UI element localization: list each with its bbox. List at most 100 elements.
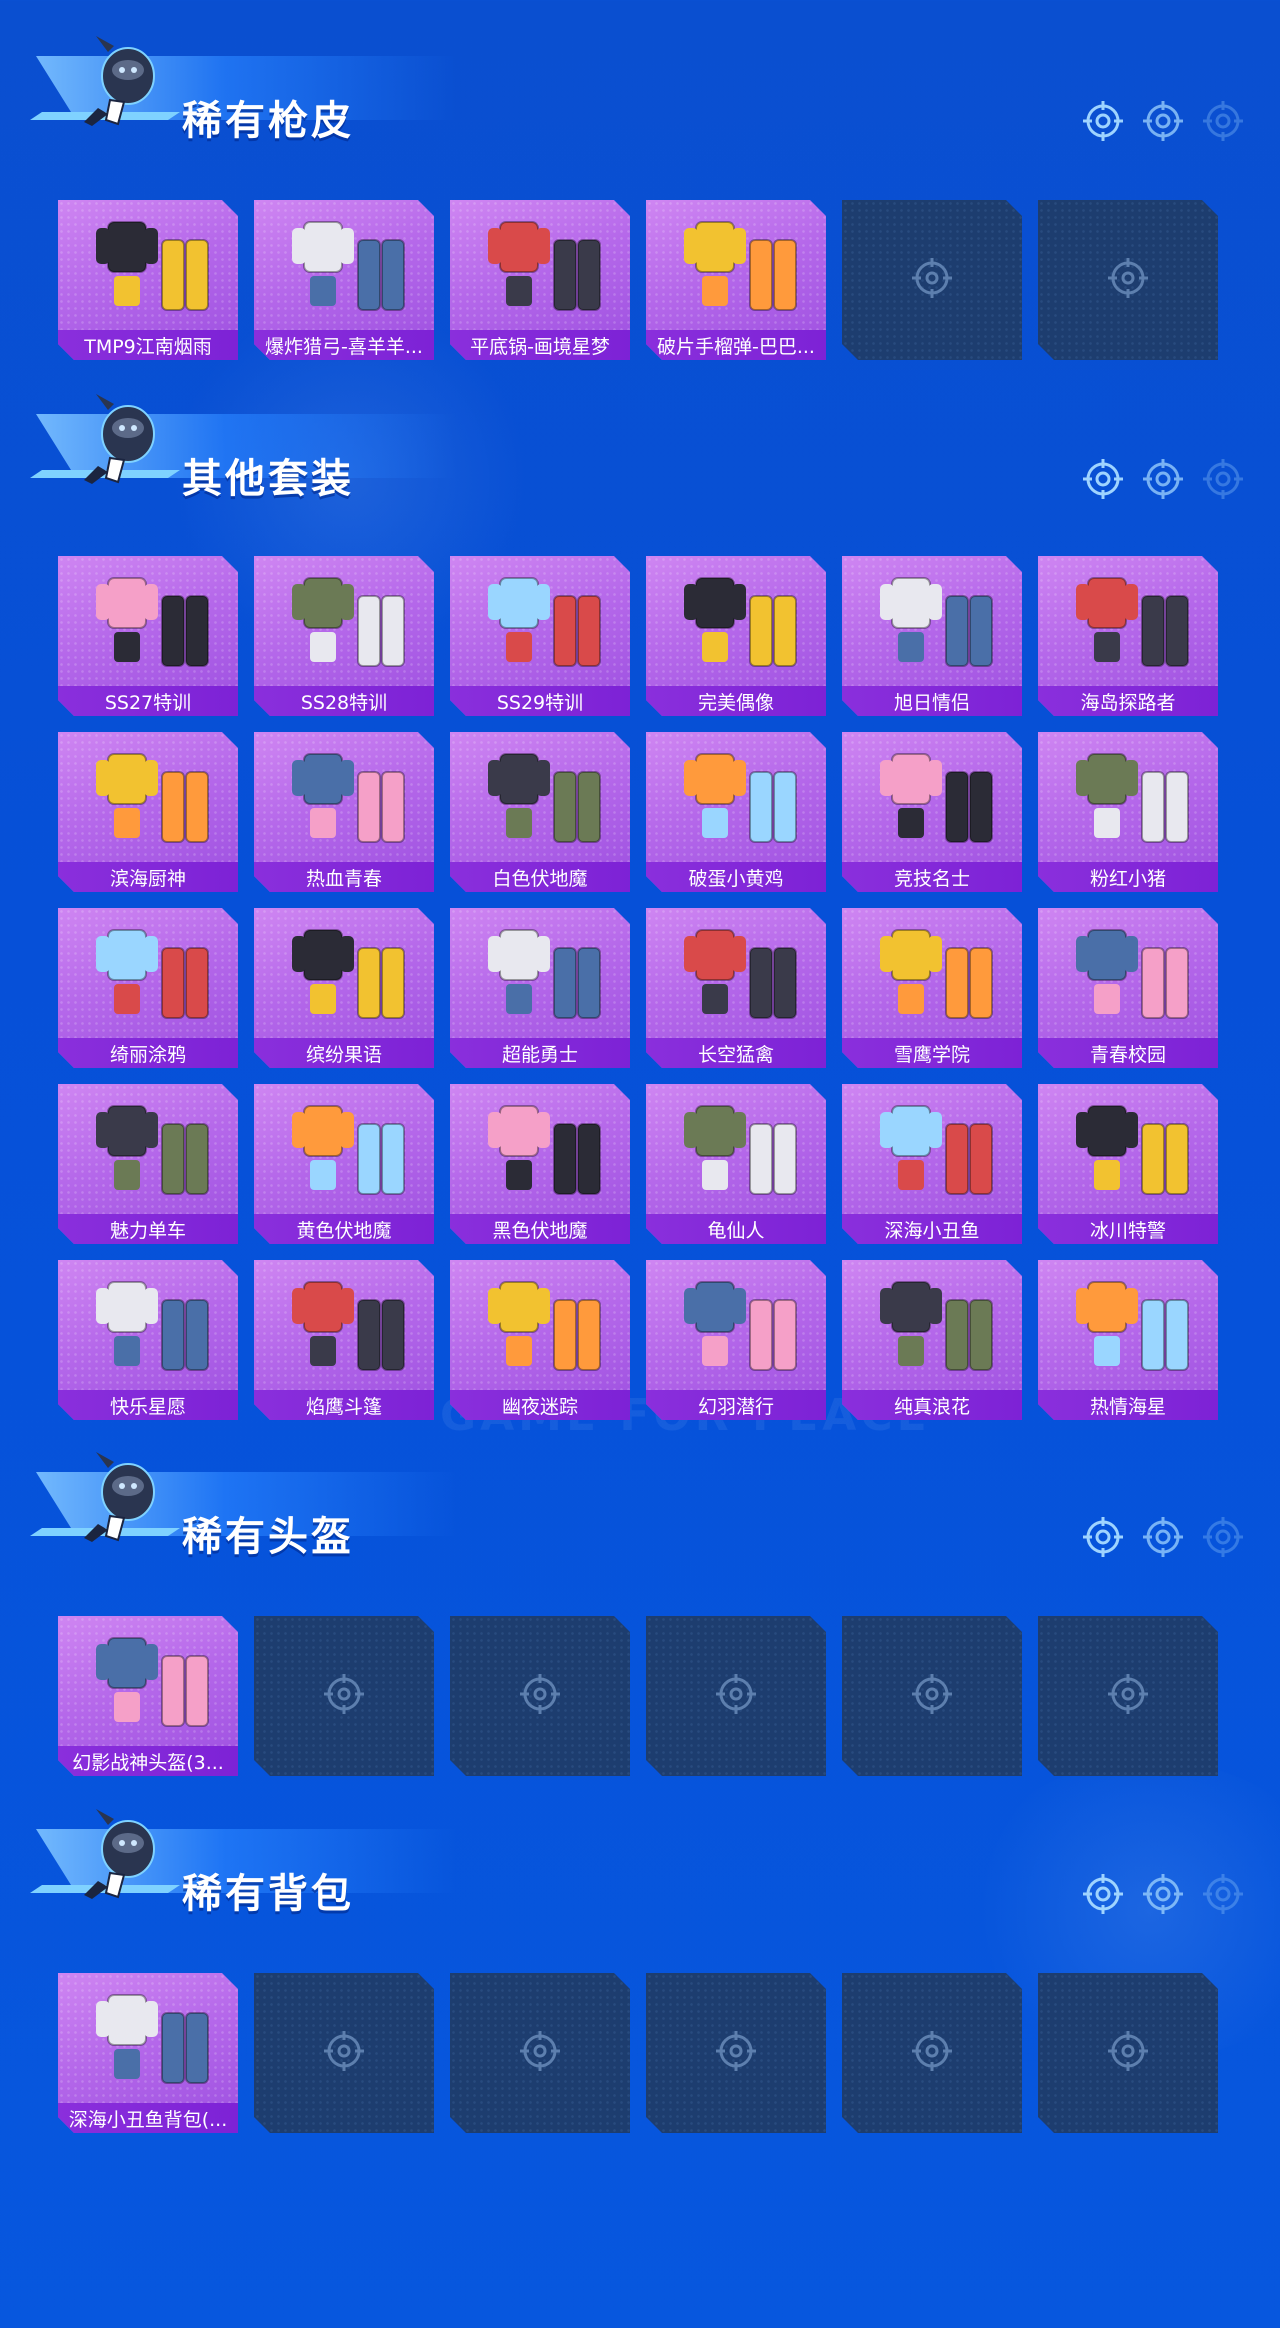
item-card[interactable]: 焰鹰斗篷 <box>254 1260 434 1420</box>
section-rare-gun-skins: 稀有枪皮 TMP9江南烟雨 爆炸猎弓-喜羊羊... 平底锅-画境星梦 破片手榴弹-巴巴… <box>0 0 1280 120</box>
item-name: 爆炸猎弓-喜羊羊... <box>254 330 434 360</box>
empty-slot[interactable] <box>254 1616 434 1776</box>
reticle-decoration <box>1082 100 1244 142</box>
reticle-decoration <box>1082 458 1244 500</box>
item-card[interactable]: 幽夜迷踪 <box>450 1260 630 1420</box>
empty-slot[interactable] <box>1038 1973 1218 2133</box>
item-image-icon <box>470 1094 610 1204</box>
crosshair-icon <box>1083 1517 1123 1557</box>
item-card[interactable]: 完美偶像 <box>646 556 826 716</box>
crosshair-icon <box>714 1672 758 1716</box>
item-card[interactable]: 爆炸猎弓-喜羊羊... <box>254 200 434 360</box>
item-card[interactable]: 青春校园 <box>1038 908 1218 1068</box>
crosshair-icon <box>1083 459 1123 499</box>
item-card[interactable]: 魅力单车 <box>58 1084 238 1244</box>
item-card[interactable]: 深海小丑鱼背包(... <box>58 1973 238 2133</box>
item-card[interactable]: 纯真浪花 <box>842 1260 1022 1420</box>
item-card[interactable]: 深海小丑鱼 <box>842 1084 1022 1244</box>
item-card[interactable]: 超能勇士 <box>450 908 630 1068</box>
item-card[interactable]: SS27特训 <box>58 556 238 716</box>
item-card[interactable]: 幻羽潜行 <box>646 1260 826 1420</box>
item-card[interactable]: 黄色伏地魔 <box>254 1084 434 1244</box>
crosshair-icon <box>1106 1672 1150 1716</box>
item-card[interactable]: 雪鹰学院 <box>842 908 1022 1068</box>
item-card[interactable]: 平底锅-画境星梦 <box>450 200 630 360</box>
item-name: 缤纷果语 <box>254 1038 434 1068</box>
empty-slot[interactable] <box>450 1616 630 1776</box>
crosshair-icon <box>1203 459 1243 499</box>
item-image-icon <box>666 1270 806 1380</box>
item-card[interactable]: 热血青春 <box>254 732 434 892</box>
empty-slot[interactable] <box>1038 1616 1218 1776</box>
item-card[interactable]: 热情海星 <box>1038 1260 1218 1420</box>
section-header: 稀有背包 <box>0 1773 1280 1917</box>
item-card[interactable]: 海岛探路者 <box>1038 556 1218 716</box>
section-header: 稀有头盔 <box>0 1416 1280 1560</box>
empty-slot[interactable] <box>646 1973 826 2133</box>
section-header: 其他套装 <box>0 358 1280 502</box>
item-card[interactable]: 粉红小猪 <box>1038 732 1218 892</box>
empty-slot[interactable] <box>842 200 1022 360</box>
item-card[interactable]: TMP9江南烟雨 <box>58 200 238 360</box>
item-image-icon <box>78 1983 218 2093</box>
item-image-icon <box>862 1094 1002 1204</box>
crosshair-icon <box>1106 256 1150 300</box>
item-card[interactable]: 破蛋小黄鸡 <box>646 732 826 892</box>
item-image-icon <box>274 918 414 1028</box>
item-card[interactable]: 破片手榴弹-巴巴... <box>646 200 826 360</box>
item-image-icon <box>666 1094 806 1204</box>
item-name: SS29特训 <box>450 686 630 716</box>
crosshair-icon <box>322 2029 366 2073</box>
item-card[interactable]: 冰川特警 <box>1038 1084 1218 1244</box>
item-image-icon <box>1058 1270 1198 1380</box>
item-card[interactable]: 幻影战神头盔(3... <box>58 1616 238 1776</box>
item-name: SS27特训 <box>58 686 238 716</box>
item-card[interactable]: 快乐星愿 <box>58 1260 238 1420</box>
crosshair-icon <box>1203 1874 1243 1914</box>
item-image-icon <box>666 742 806 852</box>
item-name: 白色伏地魔 <box>450 862 630 892</box>
item-card[interactable]: 龟仙人 <box>646 1084 826 1244</box>
item-card[interactable]: 白色伏地魔 <box>450 732 630 892</box>
item-image-icon <box>274 1094 414 1204</box>
item-card[interactable]: SS29特训 <box>450 556 630 716</box>
item-card[interactable]: 长空猛禽 <box>646 908 826 1068</box>
empty-slot[interactable] <box>1038 200 1218 360</box>
item-image-icon <box>862 566 1002 676</box>
item-image-icon <box>78 1094 218 1204</box>
section-title: 稀有头盔 <box>182 1514 354 1560</box>
crosshair-icon <box>322 1672 366 1716</box>
item-card[interactable]: 旭日情侣 <box>842 556 1022 716</box>
section-rare-backpacks: 稀有背包 深海小丑鱼背包(... <box>0 1773 1280 1893</box>
item-image-icon <box>274 742 414 852</box>
item-card[interactable]: 黑色伏地魔 <box>450 1084 630 1244</box>
item-image-icon <box>78 210 218 320</box>
item-name: 魅力单车 <box>58 1214 238 1244</box>
crosshair-icon <box>714 2029 758 2073</box>
crosshair-icon <box>518 1672 562 1716</box>
item-image-icon <box>1058 1094 1198 1204</box>
item-image-icon <box>1058 918 1198 1028</box>
item-card[interactable]: 绮丽涂鸦 <box>58 908 238 1068</box>
item-name: 黄色伏地魔 <box>254 1214 434 1244</box>
section-rare-helmets: 稀有头盔 幻影战神头盔(3... <box>0 1416 1280 1536</box>
item-card[interactable]: 缤纷果语 <box>254 908 434 1068</box>
item-image-icon <box>666 918 806 1028</box>
item-grid: 幻影战神头盔(3... <box>58 1616 1222 1776</box>
item-card[interactable]: SS28特训 <box>254 556 434 716</box>
item-card[interactable]: 滨海厨神 <box>58 732 238 892</box>
item-image-icon <box>1058 742 1198 852</box>
section-header: 稀有枪皮 <box>0 0 1280 144</box>
empty-slot[interactable] <box>646 1616 826 1776</box>
item-name: 雪鹰学院 <box>842 1038 1022 1068</box>
crosshair-icon <box>1143 101 1183 141</box>
empty-slot[interactable] <box>842 1616 1022 1776</box>
empty-slot[interactable] <box>842 1973 1022 2133</box>
empty-slot[interactable] <box>450 1973 630 2133</box>
item-image-icon <box>862 918 1002 1028</box>
item-name: SS28特训 <box>254 686 434 716</box>
item-name: 冰川特警 <box>1038 1214 1218 1244</box>
item-image-icon <box>470 742 610 852</box>
empty-slot[interactable] <box>254 1973 434 2133</box>
item-card[interactable]: 竞技名士 <box>842 732 1022 892</box>
